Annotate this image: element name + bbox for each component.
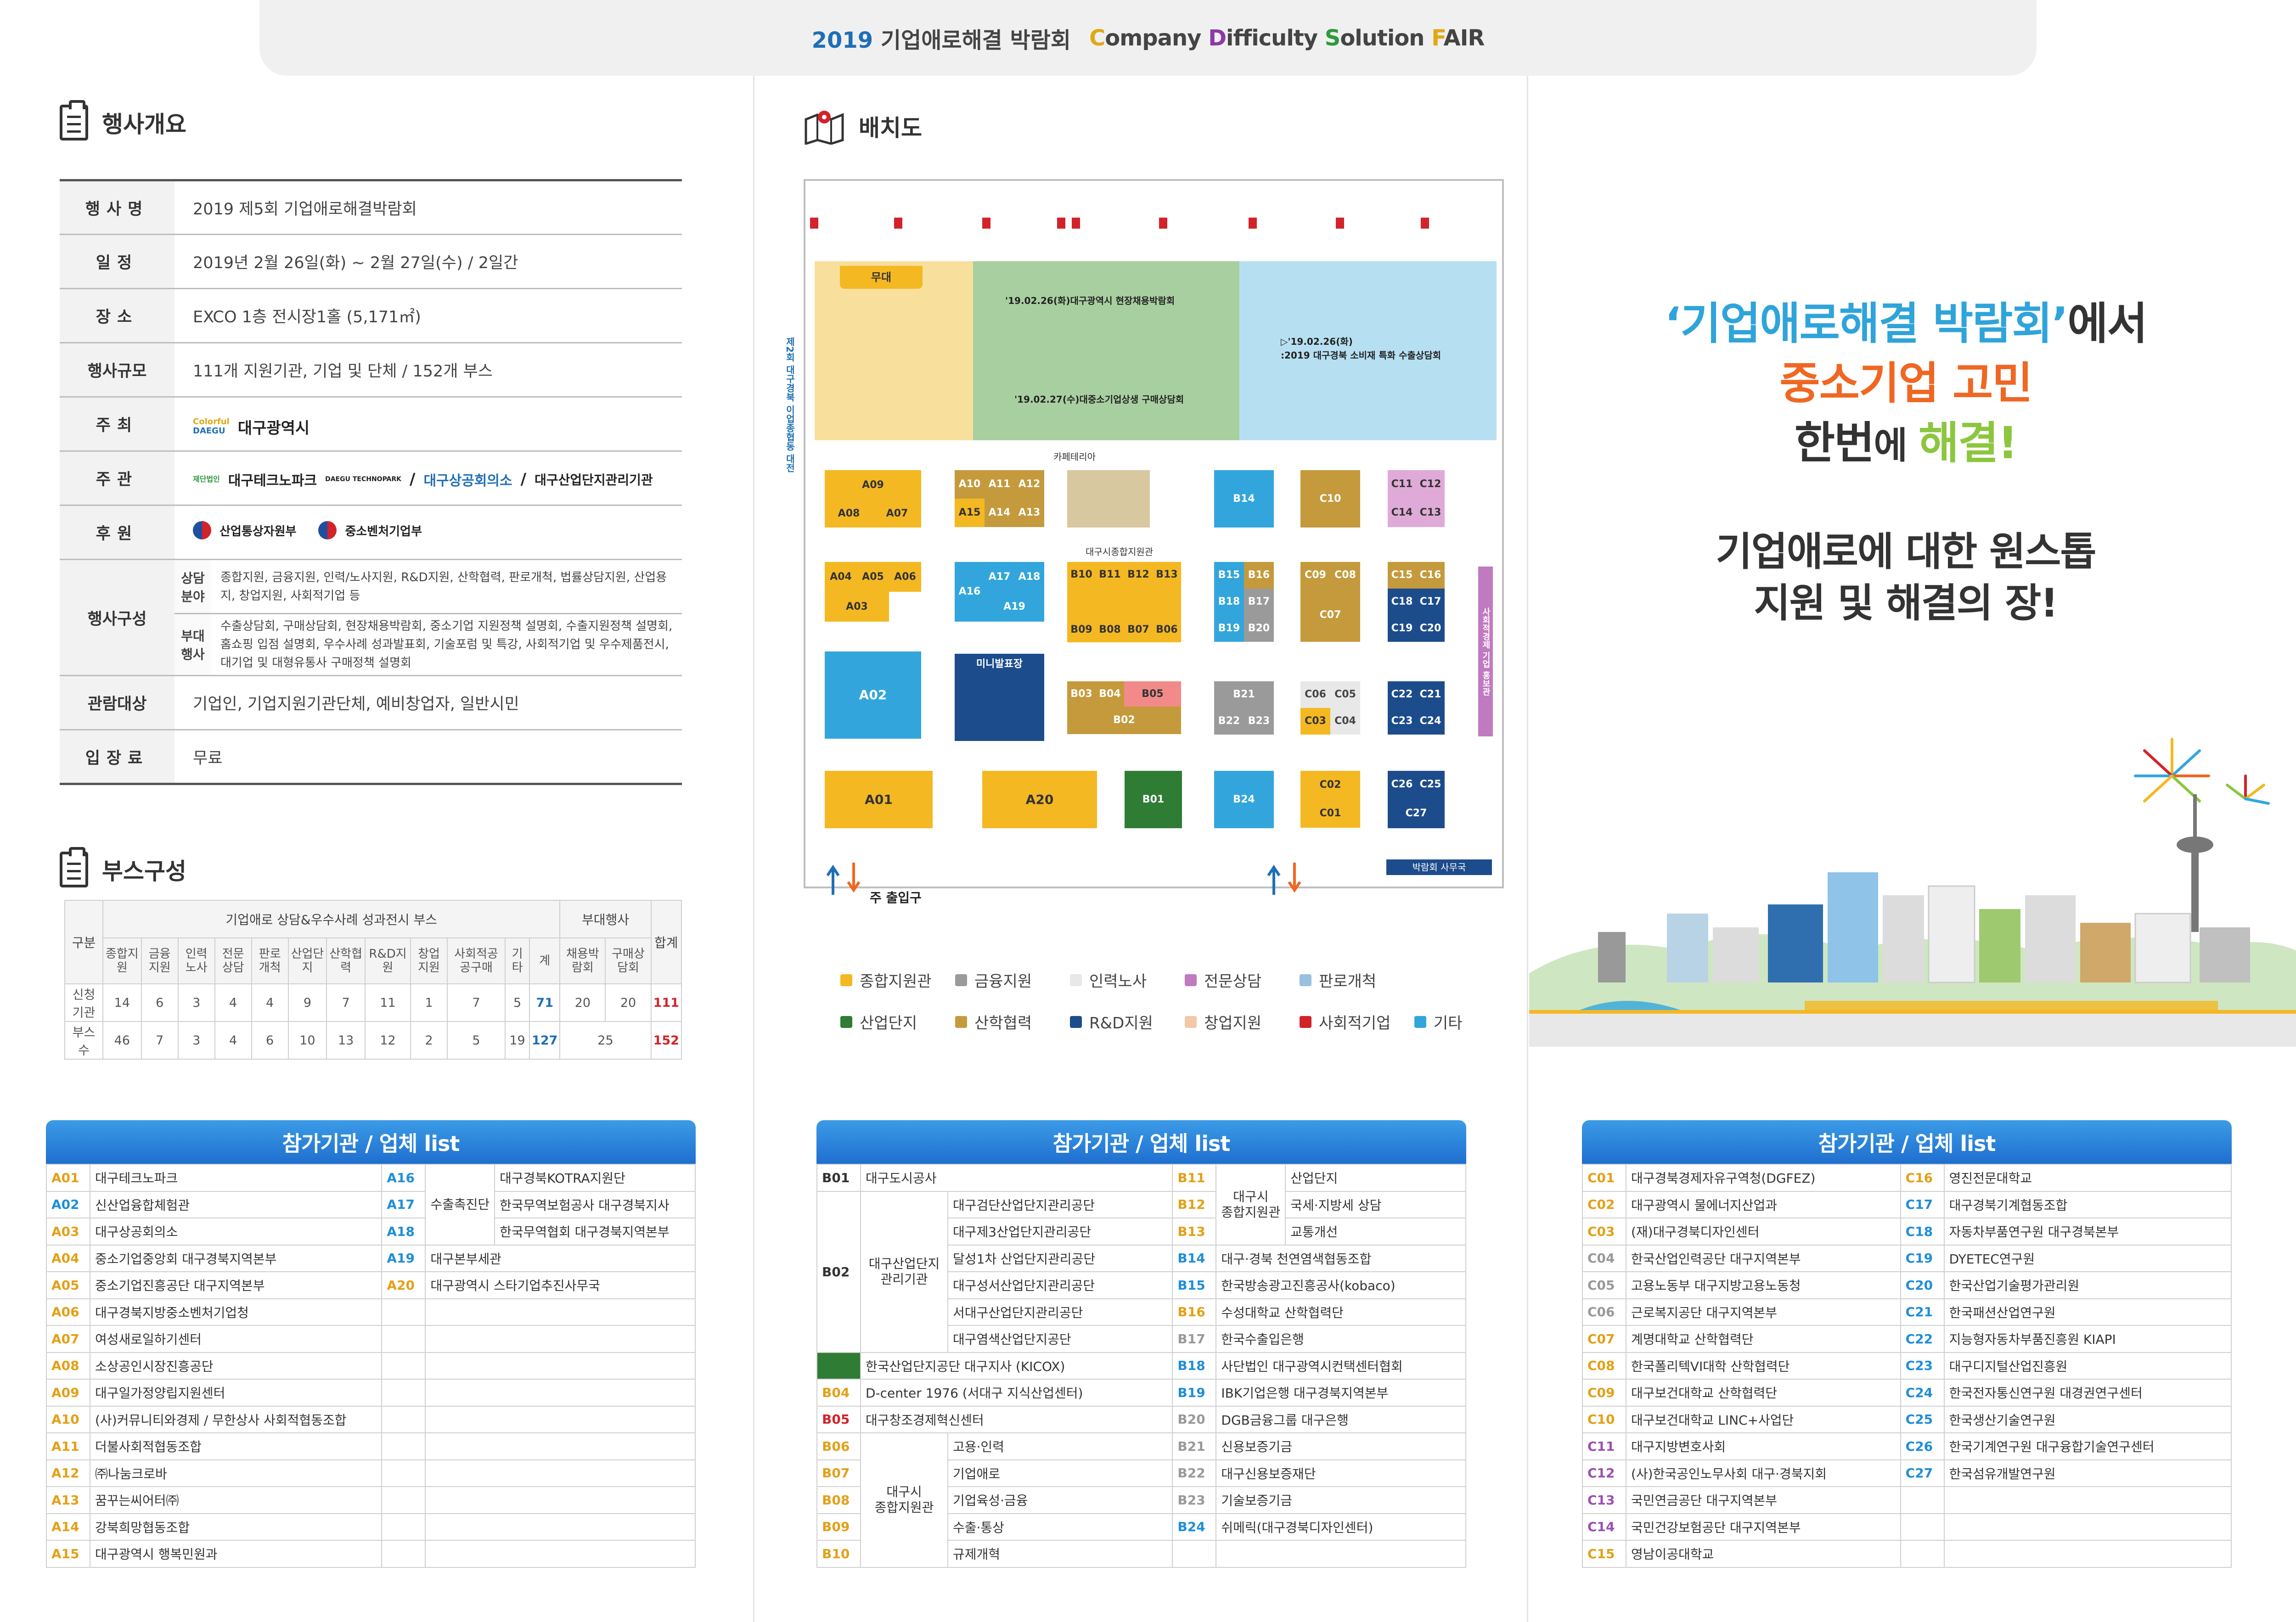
legend-swatch <box>955 974 967 986</box>
legend-swatch <box>1070 1016 1082 1028</box>
brochure: 2019 기업애로해결 박람회 Company Difficulty Solut… <box>0 0 2296 1622</box>
sponsor-logos: 산업통상자원부 중소벤처기업부 <box>193 521 422 539</box>
hall-tables <box>1067 587 1181 617</box>
legend-swatch <box>1414 1016 1426 1028</box>
fold-line <box>753 0 754 1622</box>
stage: 무대 <box>840 266 923 289</box>
legend-swatch <box>1185 974 1197 986</box>
entrance-arrows-icon <box>826 863 861 895</box>
cafeteria <box>1067 470 1150 528</box>
legend-swatch <box>1070 974 1082 986</box>
overview-table: 행사명 2019 제5회 기업애로해결박람회 일정 2019년 2월 26일(화) … <box>60 179 682 785</box>
header-title-en: Company Difficulty Solution FAIR <box>1089 25 1485 51</box>
participant-list-c: 참가기관 / 업체 list C01 대구경북경제자유구역청(DGFEZ) C16 영… <box>1582 1120 2232 1568</box>
list-title: 참가기관 / 업체 list <box>1582 1120 2232 1164</box>
mini-stage: 미니발표장 <box>955 654 1044 741</box>
map-heading: 배치도 <box>804 108 922 145</box>
list-title: 참가기관 / 업체 list <box>816 1120 1466 1164</box>
overview-heading: 행사개요 <box>60 100 186 140</box>
map-legend: 종합지원관 금융지원 인력노사 전문상담 판로개척 산업단지 산학협력 R&D지… <box>840 969 1483 1052</box>
city-skyline-illustration <box>1529 738 2296 1047</box>
entrance-arrows-icon <box>1267 863 1301 895</box>
participant-list-a: 참가기관 / 업체 list A01 대구테크노파크 A16 수출촉진단 대구경북KOT… <box>46 1120 696 1568</box>
booth-table: 구분 기업애로 상담&우수사례 성과전시 부스 부대행사 합계 종합지원 금융지원 인력노… <box>64 900 682 1060</box>
fold-line <box>1527 0 1528 1622</box>
event-zone: '19.02.26(화)대구광역시 현장채용박람회 '19.02.27(수)대중… <box>973 261 1239 440</box>
legend-swatch <box>1300 974 1311 986</box>
legend-swatch <box>840 974 852 986</box>
office: 박람회 사무국 <box>1386 859 1492 875</box>
floor-plan: 무대 '19.02.26(화)대구광역시 현장채용박람회 '19.02.27(수… <box>784 179 1504 905</box>
header-title: 2019 기업애로해결 박람회 <box>811 27 1071 53</box>
organizer-logos: 재단법인 대구테크노파크 DAEGU TECHNOPARK / 대구상공회의소 / 대구산업… <box>193 470 653 489</box>
hero-slogan: ‘기업애로해결 박람회’에서 중소기업 고민 한번에 해결! 기업애로에 대한 … <box>1665 298 2148 626</box>
stage-zone: 무대 <box>815 261 973 440</box>
taegeuk-icon <box>193 521 211 539</box>
clipboard-icon <box>60 100 88 140</box>
legend-swatch <box>1185 1016 1197 1028</box>
taegeuk-icon <box>318 521 337 539</box>
list-title: 참가기관 / 업체 list <box>46 1120 696 1164</box>
legend-swatch <box>840 1016 852 1028</box>
export-zone: ▷'19.02.26(화):2019 대구경북 소비재 특화 수출상담회 <box>1239 261 1497 440</box>
clipboard-icon <box>60 847 88 887</box>
header-bar: 2019 기업애로해결 박람회 Company Difficulty Solut… <box>259 0 2037 76</box>
daegu-logo: Colorful DAEGU 대구광역시 <box>193 417 310 438</box>
legend-swatch <box>1300 1016 1311 1028</box>
participant-list-b: 참가기관 / 업체 list B01 대구도시공사 B11 대구시 종합지원관 산업단지 … <box>816 1120 1466 1568</box>
booth-heading: 부스구성 <box>60 847 186 887</box>
map-pin-icon <box>805 111 844 145</box>
social-hall: 사회적경제 기업 홍보관 <box>1478 567 1493 736</box>
legend-swatch <box>955 1016 967 1028</box>
